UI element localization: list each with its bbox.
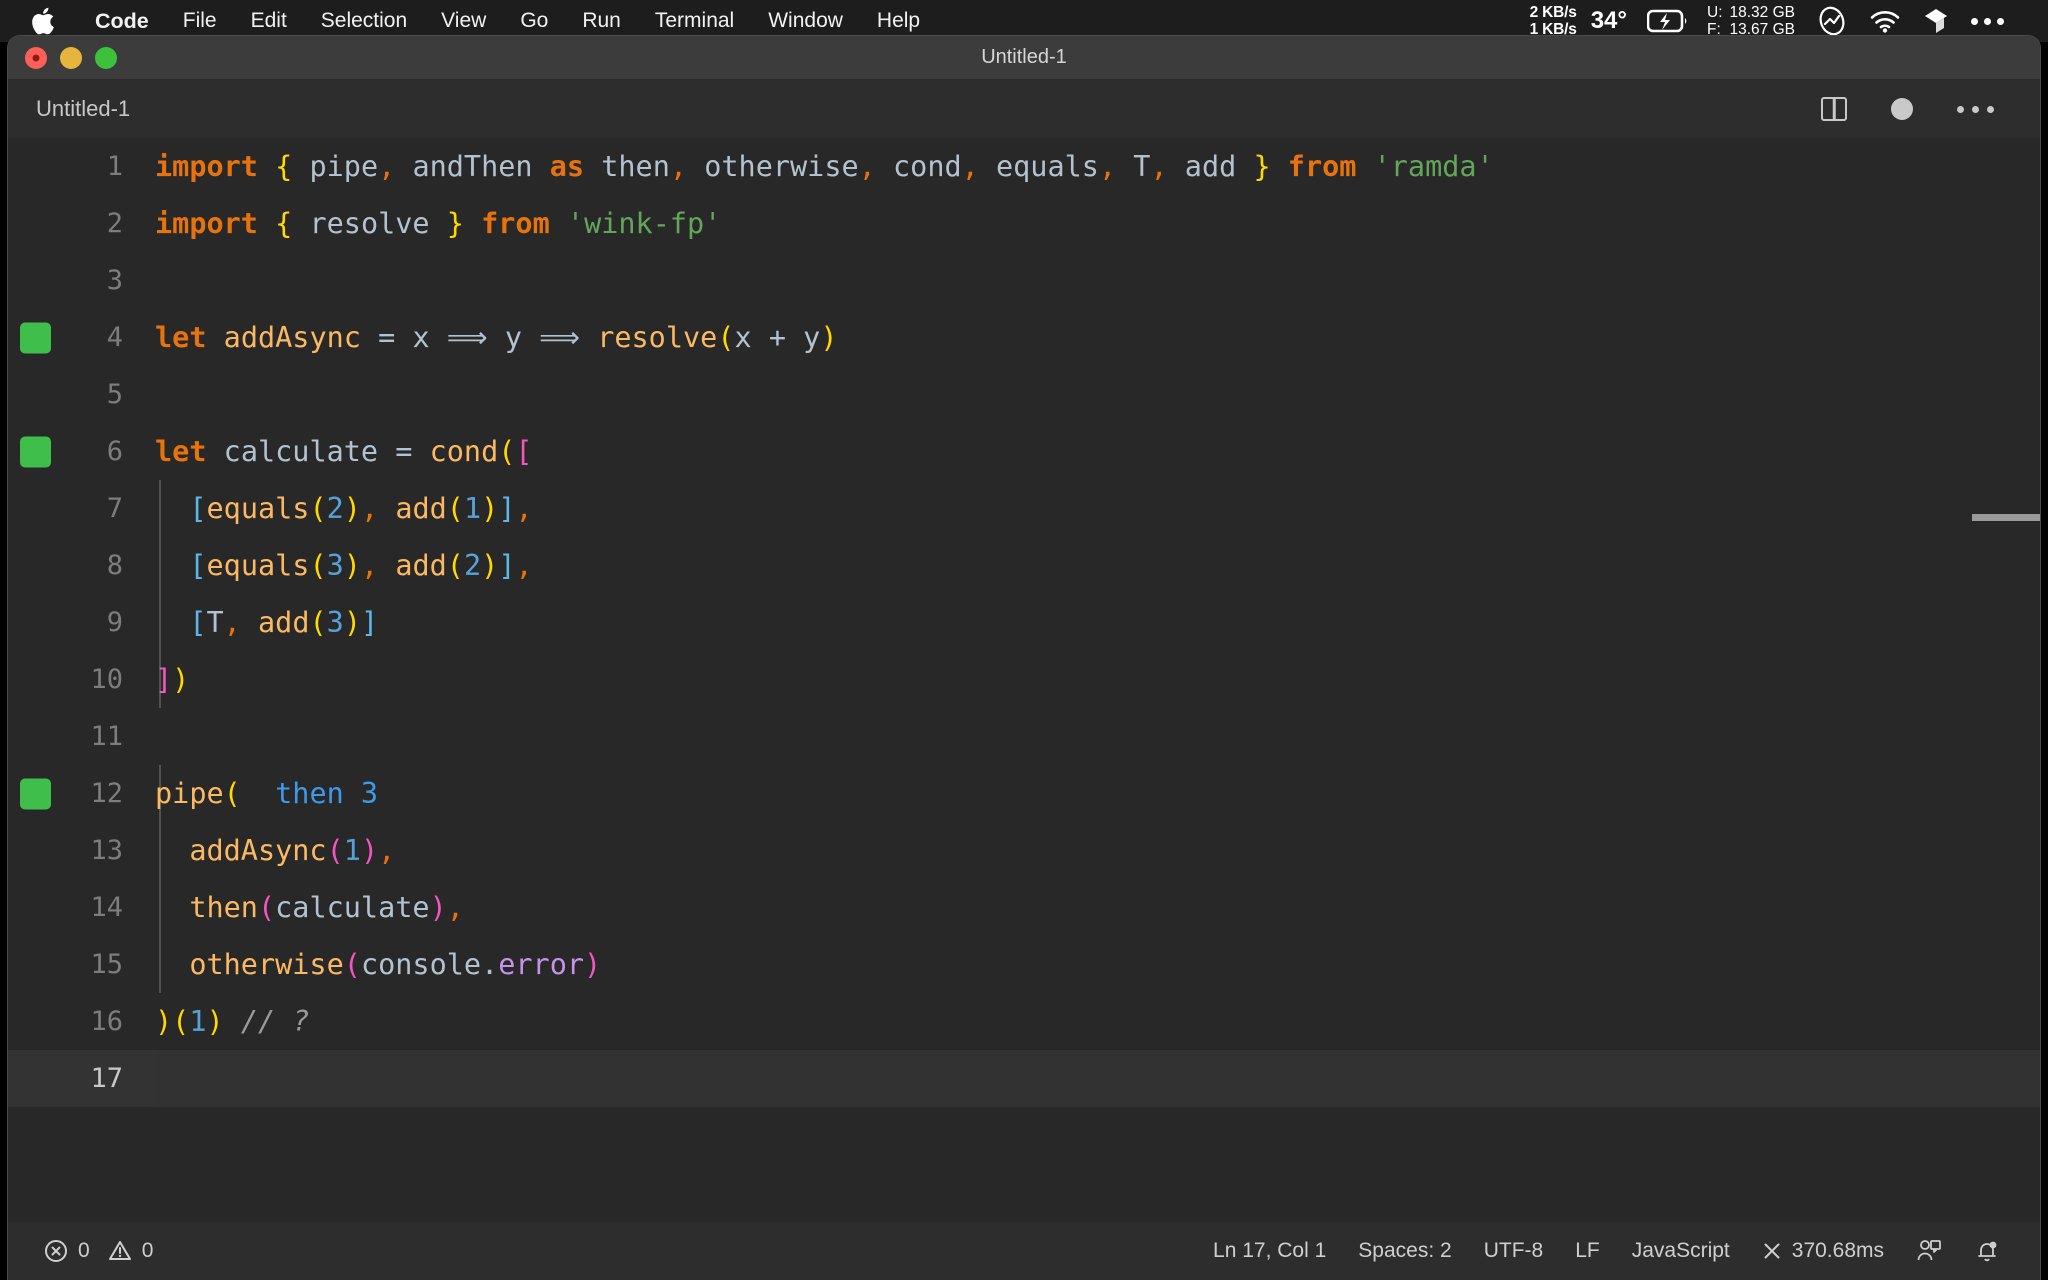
wifi-icon[interactable] (1869, 9, 1901, 33)
code-line[interactable]: 6 let calculate = cond([ (8, 423, 2040, 480)
eol-setting[interactable]: LF (1559, 1239, 1616, 1263)
battery-charging-icon[interactable] (1647, 9, 1689, 33)
line-number: 1 (106, 151, 123, 182)
line-number: 9 (106, 607, 123, 638)
unsaved-dot-icon[interactable] (1869, 98, 1935, 120)
status-bar-right: Ln 17, Col 1 Spaces: 2 UTF-8 LF JavaScri… (1197, 1238, 2040, 1264)
line-number: 14 (90, 892, 123, 923)
line-number: 10 (90, 664, 123, 695)
window-title-bar: Untitled-1 (8, 36, 2040, 80)
traffic-lights (8, 46, 117, 69)
code-line[interactable]: 12 pipe( then 3 (8, 765, 2040, 822)
window-title: Untitled-1 (981, 46, 1067, 68)
line-number: 16 (90, 1006, 123, 1037)
status-bar: 0 0 Ln 17, Col 1 Spaces: 2 UTF-8 LF Java… (8, 1222, 2040, 1280)
warning-count: 0 (141, 1239, 154, 1262)
line-number: 17 (90, 1063, 123, 1094)
line-number: 8 (106, 550, 123, 581)
code-line[interactable]: 8 [equals(3), add(2)], (8, 537, 2040, 594)
line-content: let calculate = cond([ (155, 435, 533, 468)
line-number: 5 (106, 379, 123, 410)
feedback-icon[interactable] (1900, 1238, 1958, 1264)
line-number: 4 (106, 322, 123, 353)
line-content: pipe( then 3 (155, 777, 379, 810)
close-button[interactable] (25, 46, 47, 69)
line-number: 6 (106, 436, 123, 467)
line-number: 7 (106, 493, 123, 524)
line-content: ]) (155, 663, 190, 696)
line-content: [equals(3), add(2)], (189, 549, 533, 582)
code-line[interactable]: 16 )(1) // ? (8, 993, 2040, 1050)
quokka-status[interactable]: 370.68ms (1746, 1239, 1900, 1263)
vscode-window: Untitled-1 Untitled-1 1 import { pipe, a… (8, 36, 2040, 1280)
code-editor[interactable]: 1 import { pipe, andThen as then, otherw… (8, 138, 2040, 1222)
line-content: import { resolve } from 'wink-fp' (155, 207, 722, 240)
line-content: [T, add(3)] (189, 606, 379, 639)
code-line[interactable]: 14 then(calculate), (8, 879, 2040, 936)
code-line[interactable]: 5 (8, 366, 2040, 423)
language-mode[interactable]: JavaScript (1616, 1239, 1746, 1263)
dropbox-icon[interactable] (1923, 7, 1949, 35)
maximize-button[interactable] (95, 46, 117, 69)
line-content: )(1) // ? (155, 1005, 310, 1038)
indentation-setting[interactable]: Spaces: 2 (1342, 1239, 1467, 1263)
line-content: [equals(2), add(1)], (189, 492, 533, 525)
memory-used-value: 18.32 GB (1729, 4, 1796, 21)
line-number: 15 (90, 949, 123, 980)
memory-used-label: U: (1707, 4, 1723, 21)
tab-label: Untitled-1 (36, 96, 131, 121)
memory-indicator[interactable]: U: F: 18.32 GB 13.67 GB (1707, 4, 1795, 38)
quokka-inline-value: then 3 (275, 777, 379, 810)
temperature-indicator[interactable]: 34° (1591, 7, 1627, 35)
line-content: addAsync(1), (189, 834, 396, 867)
problems-indicator[interactable]: 0 0 (28, 1239, 169, 1263)
editor-tab-bar: Untitled-1 (8, 80, 2040, 138)
network-upload-speed: 2 KB/s (1529, 4, 1577, 21)
code-line[interactable]: 13 addAsync(1), (8, 822, 2040, 879)
network-speed-indicator[interactable]: 2 KB/s 1 KB/s (1530, 4, 1577, 38)
line-content: import { pipe, andThen as then, otherwis… (155, 150, 1494, 183)
control-center-icon[interactable] (1971, 17, 2004, 25)
line-number: 2 (106, 208, 123, 239)
code-line[interactable]: 7 [equals(2), add(1)], (8, 480, 2040, 537)
line-content: then(calculate), (189, 891, 464, 924)
split-editor-icon[interactable] (1799, 97, 1869, 121)
line-content: let addAsync = x ⟹ y ⟹ resolve(x + y) (155, 321, 838, 354)
line-content: otherwise(console.error) (189, 948, 602, 981)
tab-untitled-1[interactable]: Untitled-1 (8, 80, 159, 138)
editor-tab-actions (1799, 97, 2040, 121)
more-actions-icon[interactable] (1935, 105, 2016, 113)
line-number: 13 (90, 835, 123, 866)
quokka-exec-time: 370.68ms (1791, 1239, 1884, 1262)
code-line[interactable]: 10 ]) (8, 651, 2040, 708)
menu-bar-status-area: 2 KB/s 1 KB/s 34° U: F: 18.32 GB 13.67 G… (1530, 4, 2048, 38)
error-count: 0 (78, 1239, 90, 1262)
siri-icon[interactable] (1817, 6, 1847, 36)
line-number: 12 (90, 778, 123, 809)
warning-triangle-icon (108, 1239, 132, 1263)
code-line[interactable]: 1 import { pipe, andThen as then, otherw… (8, 138, 2040, 195)
code-line[interactable]: 9 [T, add(3)] (8, 594, 2040, 651)
apple-logo-icon[interactable] (30, 6, 56, 36)
current-line-highlight (155, 1050, 2040, 1107)
code-line[interactable]: 2 import { resolve } from 'wink-fp' (8, 195, 2040, 252)
bell-dot-icon[interactable] (1958, 1238, 2016, 1264)
error-circle-icon (44, 1239, 68, 1263)
code-line-current[interactable]: 17 (8, 1050, 2040, 1107)
status-bar-left: 0 0 (8, 1239, 169, 1263)
code-line[interactable]: 15 otherwise(console.error) (8, 936, 2040, 993)
line-number: 3 (106, 265, 123, 296)
code-line[interactable]: 11 (8, 708, 2040, 765)
minimize-button[interactable] (60, 46, 82, 69)
horizontal-scrollbar[interactable] (1972, 514, 2040, 521)
code-line[interactable]: 4 let addAsync = x ⟹ y ⟹ resolve(x + y) (8, 309, 2040, 366)
line-number: 11 (90, 721, 123, 752)
encoding-setting[interactable]: UTF-8 (1468, 1239, 1560, 1263)
close-x-icon (1762, 1241, 1782, 1261)
code-line[interactable]: 3 (8, 252, 2040, 309)
cursor-position[interactable]: Ln 17, Col 1 (1197, 1239, 1342, 1263)
